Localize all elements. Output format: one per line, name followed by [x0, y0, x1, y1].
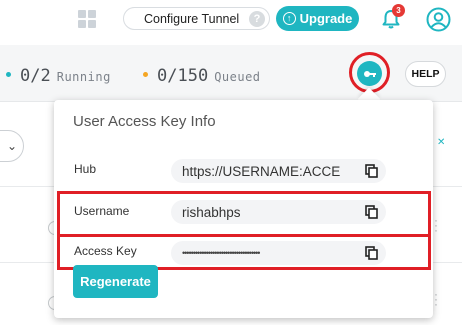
username-value: rishabhps	[182, 204, 241, 220]
user-avatar-icon[interactable]	[426, 7, 451, 32]
queued-count: 0/150	[157, 66, 209, 86]
copy-icon[interactable]	[365, 246, 378, 260]
ad-choices-icon: ✕	[437, 137, 446, 148]
more-options-icon[interactable]: · · ·	[434, 288, 438, 310]
queued-stat: 0/150 Queued	[143, 66, 261, 86]
hub-field[interactable]: https://USERNAME:ACCE	[171, 159, 386, 183]
copy-icon[interactable]	[365, 164, 378, 178]
username-label: Username	[74, 204, 130, 218]
username-field[interactable]: rishabhps	[171, 200, 386, 224]
help-question-icon[interactable]: ?	[249, 11, 265, 27]
upgrade-button[interactable]: ↑ Upgrade	[276, 6, 359, 31]
collapse-toggle-button[interactable]: ⌄	[0, 130, 24, 162]
key-icon	[363, 70, 376, 77]
regenerate-button[interactable]: Regenerate	[73, 265, 158, 298]
notification-count-badge: 3	[392, 4, 405, 17]
hub-value: https://USERNAME:ACCE	[182, 163, 341, 179]
access-key-label: Access Key	[74, 244, 137, 258]
more-options-icon[interactable]: · · ·	[434, 214, 438, 236]
copy-icon[interactable]	[365, 205, 378, 219]
access-key-button[interactable]	[357, 61, 382, 86]
notifications-bell-icon[interactable]: 3	[380, 4, 405, 30]
access-key-field[interactable]: ••••••••••••••••••••••••••••••••••••	[171, 241, 386, 265]
access-key-popover: User Access Key Info Hub https://USERNAM…	[54, 100, 433, 318]
chevron-down-icon: ⌄	[6, 139, 17, 153]
queued-label: Queued	[214, 70, 261, 84]
popover-title: User Access Key Info	[73, 113, 216, 130]
running-dot-icon	[6, 72, 11, 77]
apps-grid-icon[interactable]	[78, 10, 96, 28]
running-label: Running	[56, 70, 111, 84]
running-stat: 0/2 Running	[6, 66, 111, 86]
hub-label: Hub	[74, 162, 97, 176]
status-strip: 0/2 Running 0/150 Queued HELP	[0, 45, 462, 102]
configure-tunnel-button[interactable]: Configure Tunnel ?	[123, 7, 270, 30]
top-bar: Configure Tunnel ? ↑ Upgrade 3	[0, 0, 462, 42]
queued-dot-icon	[143, 72, 148, 77]
configure-tunnel-label: Configure Tunnel	[144, 11, 240, 26]
access-key-value: ••••••••••••••••••••••••••••••••••••	[182, 248, 260, 258]
running-count: 0/2	[20, 66, 51, 86]
arrow-up-icon: ↑	[282, 12, 296, 25]
help-button[interactable]: HELP	[405, 61, 446, 87]
upgrade-label: Upgrade	[299, 11, 353, 26]
